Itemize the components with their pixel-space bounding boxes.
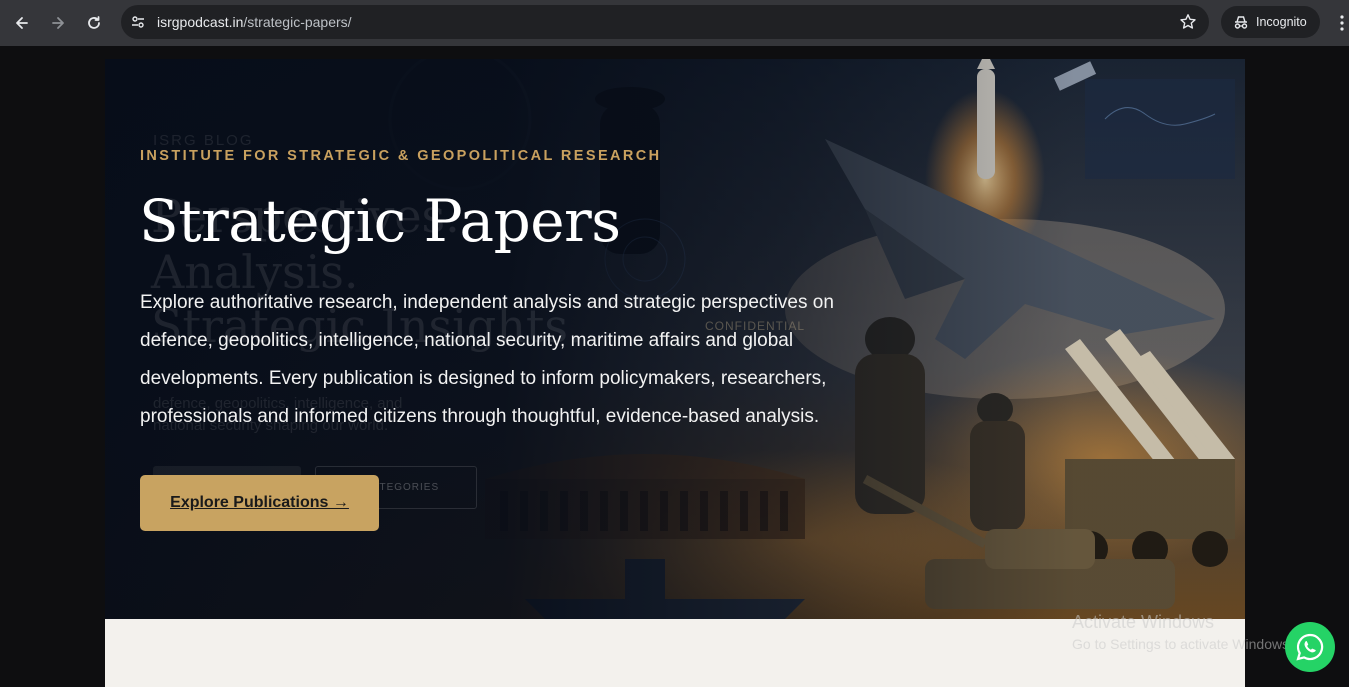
explore-publications-label: Explore Publications → [170, 494, 349, 511]
incognito-badge[interactable]: Incognito [1221, 6, 1320, 38]
url-text: isrgpodcast.in/strategic-papers/ [157, 14, 352, 30]
watermark-line-2: Go to Settings to activate Windows. [1072, 636, 1293, 652]
watermark-line-1: Activate Windows [1072, 612, 1215, 632]
reload-icon [88, 16, 100, 29]
bookmark-star-icon[interactable] [1179, 13, 1197, 31]
incognito-label: Incognito [1256, 15, 1307, 29]
hero-description: Explore authoritative research, independ… [140, 292, 834, 427]
page-viewport: ISRG BLOG Perspectives. Analysis. Strate… [0, 46, 1349, 687]
page-title: Strategic Papers [139, 187, 621, 255]
forward-icon [52, 17, 64, 29]
forward-button[interactable] [45, 10, 71, 36]
address-bar[interactable]: isrgpodcast.in/strategic-papers/ [121, 5, 1209, 39]
explore-publications-button[interactable]: Explore Publications → [140, 475, 379, 531]
back-icon [16, 17, 28, 29]
url-host: isrgpodcast.in [157, 14, 244, 30]
ghost-blog-label: ISRG BLOG [153, 132, 254, 149]
activate-windows-watermark: Activate Windows Go to Settings to activ… [1072, 612, 1293, 652]
hero-eyebrow: INSTITUTE FOR STRATEGIC & GEOPOLITICAL R… [140, 148, 662, 164]
browser-toolbar: isrgpodcast.in/strategic-papers/ Incogni… [0, 0, 1349, 46]
site-info-icon[interactable] [130, 14, 146, 30]
back-button[interactable] [9, 10, 35, 36]
whatsapp-chat-button[interactable] [1285, 622, 1335, 672]
whatsapp-icon [1296, 633, 1324, 661]
hero-banner: ISRG BLOG Perspectives. Analysis. Strate… [105, 59, 1245, 619]
reload-button[interactable] [81, 10, 107, 36]
incognito-icon [1234, 16, 1248, 29]
url-path: /strategic-papers/ [243, 14, 352, 30]
menu-dots-icon[interactable] [1334, 13, 1349, 33]
